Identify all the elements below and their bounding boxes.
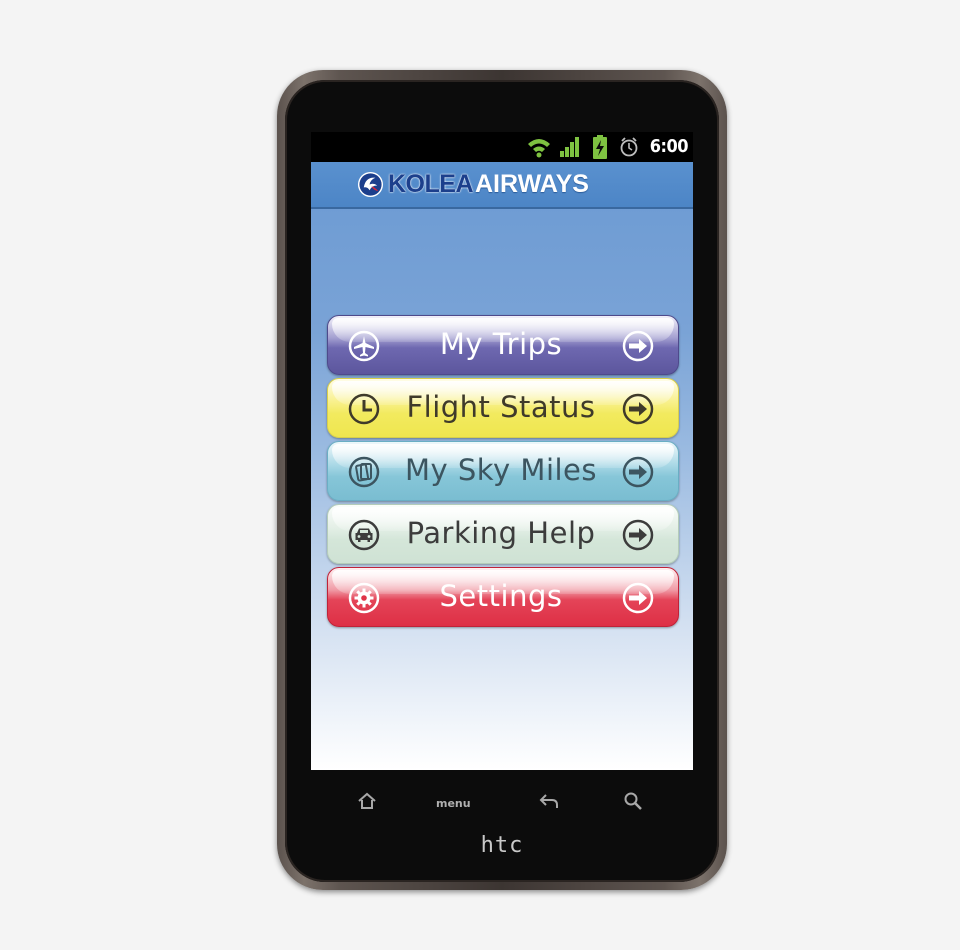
card-icon [348,456,380,488]
settings-label: Settings [439,579,563,613]
htc-brand-logo: htc [480,833,524,858]
my-trips-label: My Trips [439,327,563,361]
logo-text-airways: AIRWAYS [475,169,589,198]
arrow-right-icon [622,330,654,362]
my-sky-miles-button[interactable]: My Sky Miles [327,441,679,501]
gear-icon [348,582,380,614]
status-time: 6:00 [649,136,689,157]
main-menu: My Trips Flight Status My Sky Miles Park… [327,315,679,630]
arrow-right-icon [622,582,654,614]
flight-status-button[interactable]: Flight Status [327,378,679,438]
parking-help-button[interactable]: Parking Help [327,504,679,564]
flight-status-label: Flight Status [406,390,596,424]
hardware-keys: menu [311,782,693,822]
menu-key[interactable]: menu [436,797,471,810]
status-bar: 6:00 [311,132,693,162]
logo-text-kolea: KOLEA [388,169,474,198]
screen: 6:00 KOLEA AIRWAYS My Trips Flight Statu… [311,132,693,770]
back-icon[interactable] [538,792,560,810]
settings-button[interactable]: Settings [327,567,679,627]
app-header: KOLEA AIRWAYS [311,162,693,209]
kolea-bird-logo-icon [357,171,384,197]
phone-device: 6:00 KOLEA AIRWAYS My Trips Flight Statu… [277,70,727,890]
search-icon[interactable] [623,791,643,811]
home-icon[interactable] [357,792,377,810]
app-screen: KOLEA AIRWAYS My Trips Flight Status My … [311,162,693,770]
clock-icon [348,393,380,425]
battery-charging-icon [593,135,607,159]
airplane-icon [348,330,380,362]
parking-help-label: Parking Help [406,516,596,550]
my-sky-miles-label: My Sky Miles [404,453,598,487]
arrow-right-icon [622,393,654,425]
alarm-icon [620,137,638,157]
kolea-airways-logo: KOLEA AIRWAYS [357,168,589,200]
car-icon [348,519,380,551]
arrow-right-icon [622,456,654,488]
arrow-right-icon [622,519,654,551]
signal-icon [560,137,579,157]
my-trips-button[interactable]: My Trips [327,315,679,375]
wifi-icon [528,139,550,158]
